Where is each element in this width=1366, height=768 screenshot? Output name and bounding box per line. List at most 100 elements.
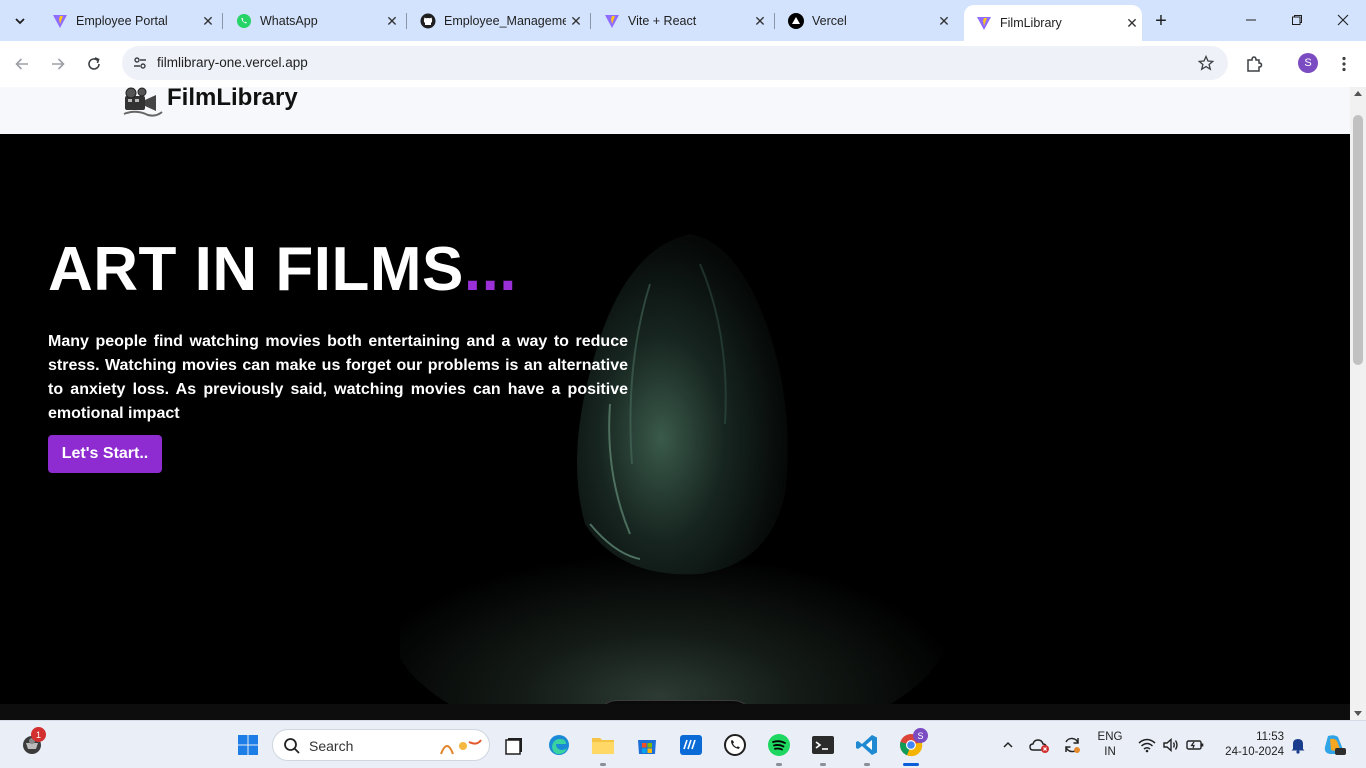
kebab-menu-icon — [1342, 56, 1346, 72]
bookmark-star-icon[interactable] — [1196, 53, 1216, 73]
running-indicator — [864, 763, 870, 766]
running-indicator — [600, 763, 606, 766]
task-view-button[interactable] — [498, 729, 530, 761]
spotify-icon — [768, 734, 790, 756]
edge-icon — [549, 735, 569, 755]
back-button[interactable] — [6, 48, 38, 80]
hero-title: ART IN FILMS... — [48, 234, 517, 305]
vite-icon — [604, 13, 620, 29]
close-icon[interactable]: ✕ — [382, 11, 402, 31]
notification-badge: 1 — [31, 727, 46, 742]
hero-title-dots: ... — [463, 235, 518, 304]
diwali-decoration-icon — [440, 739, 482, 755]
tab-filmlibrary[interactable]: FilmLibrary ✕ — [964, 5, 1142, 41]
close-window-button[interactable] — [1320, 0, 1366, 40]
myhp-button[interactable] — [675, 729, 707, 761]
vite-icon — [52, 13, 68, 29]
sync-icon — [1065, 737, 1080, 753]
running-indicator — [776, 763, 782, 766]
start-button[interactable] — [232, 729, 264, 761]
wifi-tray-button[interactable] — [1136, 733, 1158, 757]
tab-label: WhatsApp — [260, 14, 318, 28]
site-header: FilmLibrary — [0, 87, 1350, 134]
whatsapp-icon — [724, 734, 746, 756]
battery-tray-button[interactable] — [1184, 733, 1206, 757]
close-icon[interactable]: ✕ — [566, 11, 586, 31]
clock-date: 24-10-2024 — [1225, 746, 1284, 758]
close-icon — [1337, 14, 1349, 26]
tab-vite-react[interactable]: Vite + React ✕ — [592, 6, 770, 36]
film-camera-icon — [123, 87, 163, 117]
address-bar[interactable]: filmlibrary-one.vercel.app — [122, 46, 1228, 80]
extensions-button[interactable] — [1238, 48, 1270, 80]
onedrive-tray-button[interactable] — [1028, 733, 1052, 757]
lets-start-button[interactable]: Let's Start.. — [48, 435, 162, 473]
reload-button[interactable] — [78, 48, 110, 80]
wifi-icon — [1138, 738, 1156, 753]
tab-label: Vite + React — [628, 14, 697, 28]
hero-description: Many people find watching movies both en… — [48, 333, 628, 422]
vite-icon — [976, 15, 992, 31]
tab-label: Employee Portal — [76, 14, 168, 28]
tab-employee-portal[interactable]: Employee Portal ✕ — [40, 6, 218, 36]
search-placeholder: Search — [309, 738, 354, 754]
tab-whatsapp[interactable]: WhatsApp ✕ — [224, 6, 402, 36]
close-icon[interactable]: ✕ — [198, 11, 218, 31]
page-viewport: FilmLibrary ART IN FILMS... Many people … — [0, 87, 1350, 720]
tab-separator — [406, 13, 407, 29]
show-hidden-icons-button[interactable] — [998, 733, 1018, 757]
system-clock[interactable]: 11:53 24-10-2024 — [1216, 730, 1284, 760]
file-explorer-button[interactable] — [587, 729, 619, 766]
notifications-button[interactable] — [1288, 733, 1308, 757]
terminal-button[interactable] — [807, 729, 839, 766]
bell-icon — [1291, 739, 1305, 754]
whatsapp-button[interactable] — [719, 729, 751, 761]
scroll-down-arrow[interactable] — [1354, 711, 1362, 716]
vscode-icon — [856, 735, 877, 755]
myhp-icon — [680, 735, 702, 755]
copilot-button[interactable] — [1320, 733, 1348, 757]
close-icon[interactable]: ✕ — [1122, 13, 1142, 33]
running-indicator — [820, 763, 826, 766]
hero-section: ART IN FILMS... Many people find watchin… — [0, 134, 1350, 704]
terminal-icon — [812, 736, 834, 754]
task-view-icon — [505, 738, 522, 755]
region-code: IN — [1104, 746, 1116, 758]
vscode-button[interactable] — [851, 729, 883, 766]
site-logo-text[interactable]: FilmLibrary — [167, 87, 298, 112]
search-icon — [284, 738, 300, 754]
tab-separator — [590, 13, 591, 29]
microsoft-store-button[interactable] — [631, 729, 663, 761]
active-indicator — [903, 763, 919, 766]
profile-avatar[interactable]: S — [1298, 53, 1318, 73]
windows-taskbar: 1 Search S ENG IN 11:53 24-10-2024 — [0, 720, 1366, 768]
arrow-left-icon — [15, 58, 28, 70]
vercel-icon — [788, 13, 804, 29]
tab-vercel[interactable]: Vercel ✕ — [776, 6, 954, 36]
tab-search-button[interactable] — [6, 7, 34, 35]
new-tab-button[interactable]: + — [1150, 10, 1172, 32]
chevron-down-icon — [15, 18, 25, 25]
site-info-icon[interactable] — [130, 53, 150, 73]
folder-icon — [592, 738, 614, 754]
restore-icon — [1292, 15, 1302, 25]
close-icon[interactable]: ✕ — [750, 11, 770, 31]
tab-label: Employee_Manageme — [444, 14, 566, 28]
chrome-profile-badge: S — [913, 728, 928, 743]
restore-button[interactable] — [1274, 0, 1320, 40]
taskbar-search[interactable]: Search — [272, 729, 490, 761]
tab-label: Vercel — [812, 14, 847, 28]
scrollbar-thumb[interactable] — [1353, 115, 1363, 365]
tab-github-employee-management[interactable]: Employee_Manageme ✕ — [408, 6, 586, 36]
page-scrollbar[interactable] — [1350, 87, 1366, 720]
edge-button[interactable] — [543, 729, 575, 761]
browser-menu-button[interactable] — [1328, 48, 1360, 80]
forward-button[interactable] — [42, 48, 74, 80]
sync-tray-button[interactable] — [1060, 733, 1084, 757]
minimize-button[interactable] — [1228, 0, 1274, 40]
volume-tray-button[interactable] — [1160, 733, 1182, 757]
input-language-indicator[interactable]: ENG IN — [1094, 730, 1126, 760]
spotify-button[interactable] — [763, 729, 795, 766]
close-icon[interactable]: ✕ — [934, 11, 954, 31]
scroll-up-arrow[interactable] — [1354, 91, 1362, 96]
